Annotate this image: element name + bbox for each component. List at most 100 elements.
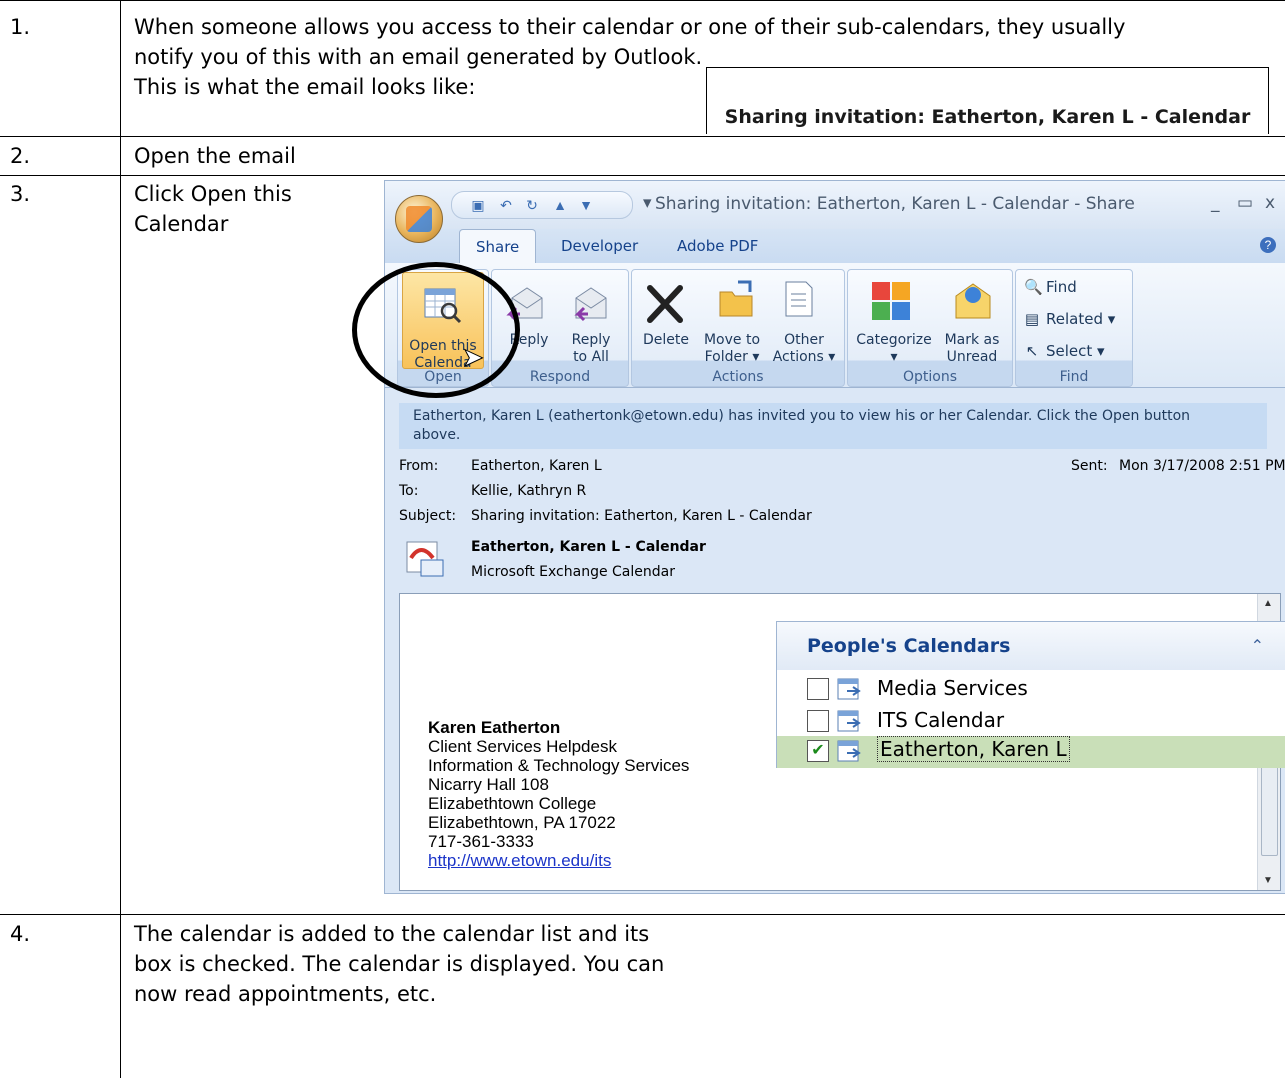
- attachment-type: Microsoft Exchange Calendar: [471, 564, 675, 580]
- group-actions: Delete Move to Folder ▾ Other Actions ▾ …: [631, 269, 845, 387]
- delete-button[interactable]: Delete: [636, 332, 696, 349]
- scroll-down-icon[interactable]: ▼: [1263, 875, 1273, 886]
- table-rule: [0, 0, 1285, 1]
- move-to-folder-icon: [719, 280, 753, 317]
- mark-as-unread-button[interactable]: Mark as Unread: [936, 332, 1008, 366]
- signature-line: Elizabethtown College: [428, 794, 597, 813]
- maximize-button[interactable]: ▭: [1237, 193, 1253, 213]
- text-line: Calendar: [134, 212, 229, 236]
- step-number: 2.: [10, 144, 31, 168]
- peoples-calendars-panel: People's Calendars ⌃ Media Services ITS …: [776, 621, 1285, 768]
- delete-icon: [647, 285, 683, 323]
- close-button[interactable]: x: [1265, 193, 1275, 213]
- shared-calendar-icon[interactable]: [405, 538, 445, 578]
- redo-icon[interactable]: ↻: [524, 197, 540, 213]
- from-value: Eatherton, Karen L: [471, 458, 602, 474]
- mark-as-unread-icon: [955, 283, 991, 319]
- signature-link[interactable]: http://www.etown.edu/its: [428, 851, 611, 870]
- calendar-item[interactable]: Media Services: [777, 674, 1285, 706]
- label-line: Folder ▾: [704, 349, 760, 365]
- help-icon[interactable]: ?: [1260, 237, 1276, 253]
- signature-line: Elizabethtown, PA 17022: [428, 813, 616, 832]
- label-line: Mark as: [944, 332, 1000, 348]
- step-2-text: Open the email: [134, 144, 296, 168]
- panel-header[interactable]: People's Calendars ⌃: [777, 622, 1285, 670]
- categorize-icon: [872, 282, 910, 320]
- group-label: Options: [902, 369, 958, 385]
- calendar-label: Media Services: [877, 676, 1028, 700]
- related-button[interactable]: ▤ Related ▾: [1024, 310, 1115, 328]
- calendar-checkbox[interactable]: [807, 710, 829, 732]
- label-line: Categorize: [856, 332, 932, 348]
- office-button[interactable]: [395, 195, 443, 243]
- text-line: now read appointments, etc.: [134, 982, 437, 1006]
- signature-line: Client Services Helpdesk: [428, 737, 617, 756]
- sent-value: Mon 3/17/2008 2:51 PM: [1119, 458, 1285, 474]
- signature-line: Nicarry Hall 108: [428, 775, 549, 794]
- calendar-checkbox[interactable]: ✔: [807, 740, 829, 762]
- label-line: Actions ▾: [772, 349, 836, 365]
- info-line: Eatherton, Karen L (eathertonk@etown.edu…: [413, 408, 1191, 424]
- mouse-pointer-icon: ➤: [462, 342, 485, 373]
- ribbon: Open this Calenda Open Reply Reply to Al…: [385, 263, 1285, 388]
- reply-all-button[interactable]: Reply to All: [558, 332, 624, 366]
- calendar-item[interactable]: ITS Calendar: [777, 706, 1285, 738]
- other-actions-button[interactable]: Other Actions ▾: [768, 332, 840, 366]
- text-line: When someone allows you access to their …: [134, 15, 1126, 39]
- calendar-checkbox[interactable]: [807, 678, 829, 700]
- undo-icon[interactable]: ↶: [498, 197, 514, 213]
- text-line: Click Open this: [134, 182, 292, 206]
- up-arrow-icon[interactable]: ▲: [552, 197, 568, 213]
- panel-title: People's Calendars: [807, 635, 1011, 657]
- tab-developer[interactable]: Developer: [561, 237, 638, 255]
- quick-access-toolbar: ▣ ↶ ↻ ▲ ▼: [451, 191, 633, 219]
- collapse-chevron-icon[interactable]: ⌃: [1251, 636, 1264, 656]
- office-logo-icon: [406, 206, 432, 232]
- subject-banner: Sharing invitation: Eatherton, Karen L -…: [706, 67, 1269, 134]
- window-title: Sharing invitation: Eatherton, Karen L -…: [655, 194, 1135, 214]
- select-button[interactable]: ↖ Select ▾: [1024, 342, 1105, 360]
- categorize-button[interactable]: Categorize ▾: [852, 332, 936, 366]
- shared-calendar-icon: [837, 678, 861, 700]
- outlook-message-window: ▣ ↶ ↻ ▲ ▼ ▾ Sharing invitation: Eatherto…: [384, 180, 1285, 894]
- signature-line: Information & Technology Services: [428, 756, 690, 775]
- move-to-folder-button[interactable]: Move to Folder ▾: [696, 332, 768, 366]
- tab-share[interactable]: Share: [459, 229, 537, 264]
- label-line: to All: [573, 349, 609, 365]
- scroll-up-icon[interactable]: ▲: [1263, 598, 1273, 609]
- calendar-label: ITS Calendar: [877, 708, 1005, 732]
- info-line: above.: [413, 427, 461, 443]
- info-bar: Eatherton, Karen L (eathertonk@etown.edu…: [399, 403, 1267, 449]
- ribbon-tabs: Share Developer Adobe PDF ?: [385, 229, 1285, 264]
- step-number: 4.: [10, 922, 31, 946]
- reply-all-icon: [574, 287, 607, 322]
- binoculars-icon: 🔍: [1024, 278, 1043, 296]
- step-4-text: The calendar is added to the calendar li…: [134, 919, 664, 1009]
- attachment-name[interactable]: Eatherton, Karen L - Calendar: [471, 539, 706, 555]
- step-3-text: Click Open this Calendar: [134, 179, 292, 239]
- highlight-circle: [352, 262, 520, 398]
- shared-calendar-icon: [837, 740, 861, 762]
- find-button[interactable]: 🔍 Find: [1024, 278, 1077, 296]
- find-label: Find: [1046, 278, 1077, 296]
- text-line: box is checked. The calendar is displaye…: [134, 952, 665, 976]
- select-label: Select ▾: [1046, 342, 1105, 360]
- label-line: Move to: [703, 332, 761, 348]
- signature-name: Karen Eatherton: [428, 718, 561, 737]
- save-icon[interactable]: ▣: [470, 197, 486, 213]
- shared-calendar-icon: [837, 710, 861, 732]
- label-line: ▾: [890, 349, 898, 365]
- calendar-item[interactable]: ✔ Eatherton, Karen L: [777, 736, 1285, 768]
- sent-label: Sent:: [1071, 458, 1108, 474]
- to-value: Kellie, Kathryn R: [471, 483, 587, 499]
- group-label: Respond: [529, 369, 591, 385]
- tab-adobe-pdf[interactable]: Adobe PDF: [677, 237, 758, 255]
- minimize-button[interactable]: _: [1211, 193, 1220, 213]
- signature-link-wrap: http://www.etown.edu/its: [428, 851, 611, 870]
- customize-qat-icon[interactable]: ▾: [643, 193, 652, 213]
- related-label: Related ▾: [1046, 310, 1116, 328]
- group-options: Categorize ▾ Mark as Unread Options: [847, 269, 1013, 387]
- from-label: From:: [399, 458, 439, 474]
- down-arrow-icon[interactable]: ▼: [578, 197, 594, 213]
- table-rule: [120, 0, 121, 1078]
